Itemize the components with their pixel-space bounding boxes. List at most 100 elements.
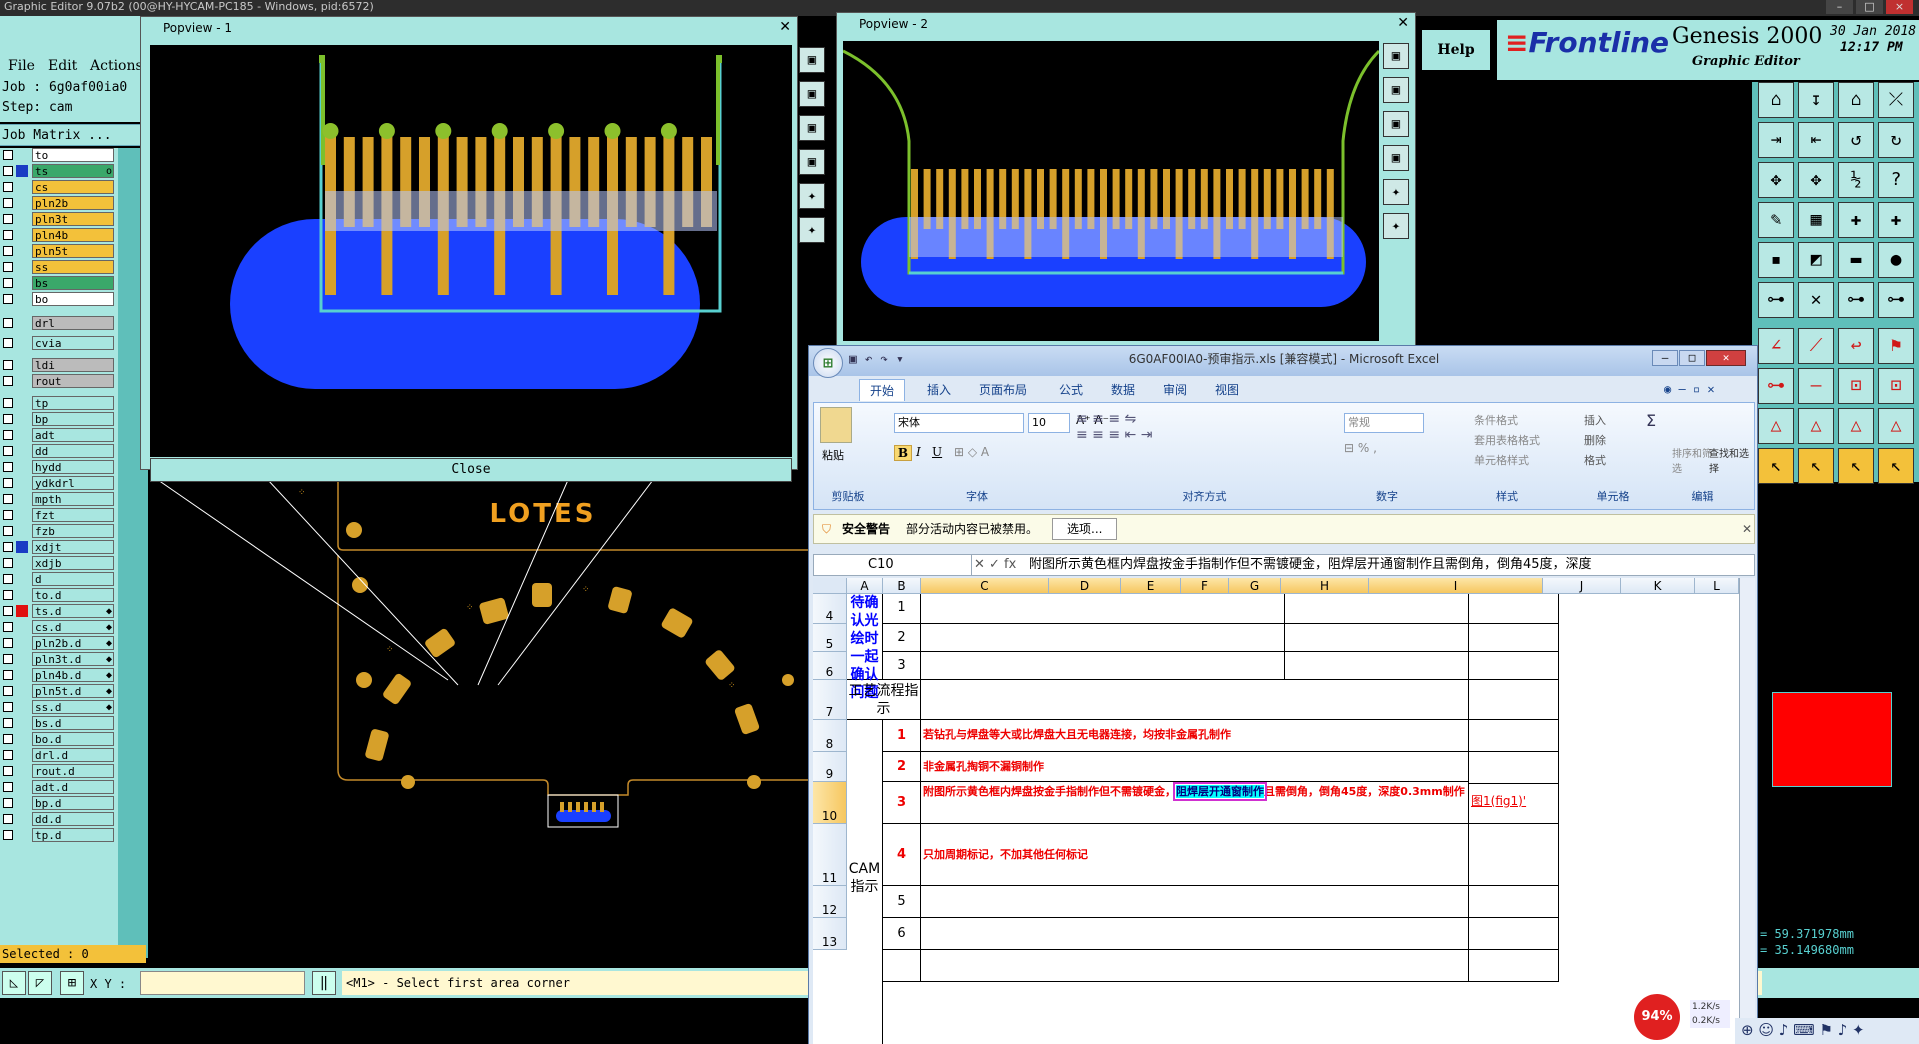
layer-checkbox[interactable] [3, 558, 13, 568]
layer-checkbox[interactable] [3, 398, 13, 408]
excel-maximize-button[interactable]: □ [1679, 350, 1705, 366]
empty-cell[interactable] [1469, 752, 1559, 784]
layer-affected-indicator[interactable] [16, 277, 28, 289]
border-icon[interactable]: ⊞ ◇ A [954, 445, 989, 459]
tool-button-icon[interactable]: ↻ [1878, 122, 1914, 158]
layer-checkbox[interactable] [3, 446, 13, 456]
cam-label-cell[interactable]: CAM指示 [847, 720, 883, 1044]
snap-icon[interactable]: ◺ [2, 971, 26, 995]
tool-button-icon[interactable]: ✚ [1838, 202, 1874, 238]
layer-name[interactable]: pln3t.d ◆ [32, 652, 114, 666]
row-header[interactable]: 8 [813, 720, 847, 752]
layer-row-bp.d[interactable]: bp.d [0, 796, 118, 810]
tool-button-icon[interactable]: ⟋ [1798, 328, 1834, 364]
empty-cell[interactable] [921, 624, 1285, 652]
layer-name[interactable]: tp [32, 396, 114, 410]
find-select-button[interactable]: 查找和选择 [1709, 445, 1753, 475]
zoom-out-icon[interactable]: ▣ [799, 81, 825, 107]
layer-name[interactable]: bs.d [32, 716, 114, 730]
layer-checkbox[interactable] [3, 654, 13, 664]
layer-checkbox[interactable] [3, 462, 13, 472]
layer-row-adt.d[interactable]: adt.d [0, 780, 118, 794]
layer-affected-indicator[interactable] [16, 461, 28, 473]
layer-row-cs.d[interactable]: cs.d ◆ [0, 620, 118, 634]
layer-row-pln5t[interactable]: pln5t [0, 244, 118, 258]
layer-row-ss.d[interactable]: ss.d ◆ [0, 700, 118, 714]
tab-home[interactable]: 开始 [859, 379, 906, 401]
row-header[interactable]: 6 [813, 652, 847, 680]
tool-button-icon[interactable]: △ [1798, 408, 1834, 444]
layer-affected-indicator[interactable] [16, 375, 28, 387]
formula-input[interactable]: 附图所示黄色框内焊盘按金手指制作但不需镀硬金，阻焊层开通窗制作且需倒角，倒角45… [1029, 555, 1729, 575]
tool-button-icon[interactable]: ½ [1838, 162, 1874, 198]
column-header[interactable]: H [1281, 578, 1369, 594]
layer-checkbox[interactable] [3, 750, 13, 760]
layer-name[interactable]: ldi [32, 358, 114, 372]
layer-affected-indicator[interactable] [16, 197, 28, 209]
layer-affected-indicator[interactable] [16, 445, 28, 457]
layer-name[interactable]: bo [32, 292, 114, 306]
layer-affected-indicator[interactable] [16, 261, 28, 273]
tool-button-icon[interactable]: ⌂ [1758, 82, 1794, 118]
layer-name[interactable]: fzt [32, 508, 114, 522]
layer-name[interactable]: xdjb [32, 556, 114, 570]
layer-name[interactable]: drl [32, 316, 114, 330]
tool-button-icon[interactable]: △ [1838, 408, 1874, 444]
tool-button-icon[interactable]: ⌂ [1838, 82, 1874, 118]
font-name-select[interactable]: 宋体 [894, 413, 1024, 433]
layer-affected-indicator[interactable] [16, 525, 28, 537]
layer-checkbox[interactable] [3, 198, 13, 208]
empty-cell[interactable] [921, 886, 1469, 918]
layer-checkbox[interactable] [3, 278, 13, 288]
layer-row-xdjb[interactable]: xdjb [0, 556, 118, 570]
name-box[interactable]: C10 [814, 555, 972, 575]
tool-button-icon[interactable]: ✥ [1798, 162, 1834, 198]
layer-affected-indicator[interactable] [16, 149, 28, 161]
tool-button-icon[interactable]: ⚑ [1878, 328, 1914, 364]
tool-button-icon[interactable]: — [1798, 368, 1834, 404]
item-number-cell[interactable]: 3 [883, 782, 921, 824]
paste-label[interactable]: 粘贴 [822, 447, 844, 463]
layer-checkbox[interactable] [3, 478, 13, 488]
row-header[interactable]: 4 [813, 594, 847, 624]
layer-row-cs[interactable]: cs [0, 180, 118, 194]
layer-row-rout[interactable]: rout [0, 374, 118, 388]
pan-2-icon[interactable]: ▣ [1383, 111, 1409, 137]
column-header[interactable]: C [921, 578, 1049, 594]
layer-checkbox[interactable] [3, 702, 13, 712]
tool-button-icon[interactable]: ▪ [1758, 242, 1794, 278]
home-2-icon[interactable]: ✦ [1383, 179, 1409, 205]
item-number-cell[interactable]: 1 [883, 594, 921, 624]
layer-row-dd[interactable]: dd [0, 444, 118, 458]
job-matrix-button[interactable]: Job Matrix ... [0, 124, 148, 146]
fit-icon[interactable]: ▣ [799, 149, 825, 175]
maximize-button[interactable]: □ [1856, 0, 1883, 14]
layer-row-pln5t.d[interactable]: pln5t.d ◆ [0, 684, 118, 698]
vertical-scrollbar[interactable] [1739, 578, 1755, 1044]
layer-checkbox[interactable] [3, 830, 13, 840]
layer-affected-indicator[interactable] [16, 165, 28, 177]
layer-affected-indicator[interactable] [16, 669, 28, 681]
layer-affected-indicator[interactable] [16, 293, 28, 305]
security-close-icon[interactable]: ✕ [1742, 515, 1752, 543]
select-all-corner[interactable] [813, 578, 847, 594]
tool-button-icon[interactable]: ↩ [1838, 328, 1874, 364]
layer-affected-indicator[interactable] [16, 749, 28, 761]
row-header[interactable]: 7 [813, 680, 847, 720]
tool-button-icon[interactable]: ⇤ [1798, 122, 1834, 158]
layer-name[interactable]: drl.d [32, 748, 114, 762]
tool-button-icon[interactable]: ↖ [1838, 448, 1874, 484]
tool-button-icon[interactable]: ⇥ [1758, 122, 1794, 158]
layer-row-ydkdrl[interactable]: ydkdrl [0, 476, 118, 490]
layer-checkbox[interactable] [3, 214, 13, 224]
item-number-cell[interactable]: 3 [883, 652, 921, 680]
tool-button-icon[interactable]: ⊶ [1838, 282, 1874, 318]
layer-affected-indicator[interactable] [16, 653, 28, 665]
item-number-cell[interactable]: 2 [883, 624, 921, 652]
layer-name[interactable]: d [32, 572, 114, 586]
layer-affected-indicator[interactable] [16, 717, 28, 729]
layer-row-bp[interactable]: bp [0, 412, 118, 426]
layer-checkbox[interactable] [3, 638, 13, 648]
layer-row-ss[interactable]: ss [0, 260, 118, 274]
layer-checkbox[interactable] [3, 622, 13, 632]
